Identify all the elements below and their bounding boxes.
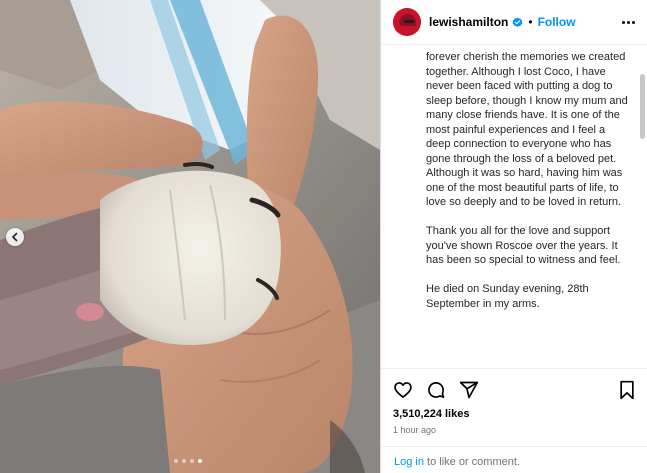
post-header: lewishamilton • Follow (381, 0, 647, 45)
post-side-panel: lewishamilton • Follow forever cherish t… (380, 0, 647, 473)
carousel-dot (182, 459, 186, 463)
login-prompt-text: to like or comment. (423, 456, 520, 468)
comment-icon[interactable] (426, 380, 446, 400)
more-options-icon[interactable] (622, 17, 635, 28)
caption-scroll-area[interactable]: forever cherish the memories we created … (381, 46, 647, 368)
helmet-avatar-icon (393, 8, 421, 36)
post-photo[interactable] (0, 0, 380, 473)
caption-scrollbar[interactable] (640, 74, 645, 139)
post-caption: forever cherish the memories we created … (426, 50, 631, 326)
post-actions: 3,510,224 likes 1 hour ago (381, 368, 647, 435)
heart-icon[interactable] (393, 380, 413, 400)
caption-paragraph: forever cherish the memories we created … (426, 51, 628, 208)
username[interactable]: lewishamilton (429, 15, 508, 29)
carousel-indicator (174, 459, 202, 463)
caption-paragraph: Thank you all for the love and support y… (426, 225, 621, 266)
carousel-dot (190, 459, 194, 463)
like-count[interactable]: 3,510,224 likes (393, 408, 636, 420)
bookmark-icon[interactable] (618, 380, 636, 400)
dog-paw-in-hand-image (0, 0, 380, 473)
carousel-dot-active (198, 459, 202, 463)
separator-dot: • (528, 15, 533, 29)
carousel-prev-button[interactable] (6, 228, 24, 246)
caption-paragraph: He died on Sunday evening, 28th Septembe… (426, 283, 589, 310)
action-row (393, 379, 636, 401)
verified-badge-icon (512, 16, 523, 28)
carousel-dot (174, 459, 178, 463)
avatar[interactable] (393, 8, 421, 36)
chevron-left-icon (12, 232, 18, 242)
login-link[interactable]: Log in (394, 456, 424, 468)
follow-button[interactable]: Follow (538, 15, 576, 29)
share-icon[interactable] (459, 380, 479, 400)
login-prompt: Log in to like or comment. (381, 446, 647, 473)
post-timestamp[interactable]: 1 hour ago (393, 425, 636, 435)
